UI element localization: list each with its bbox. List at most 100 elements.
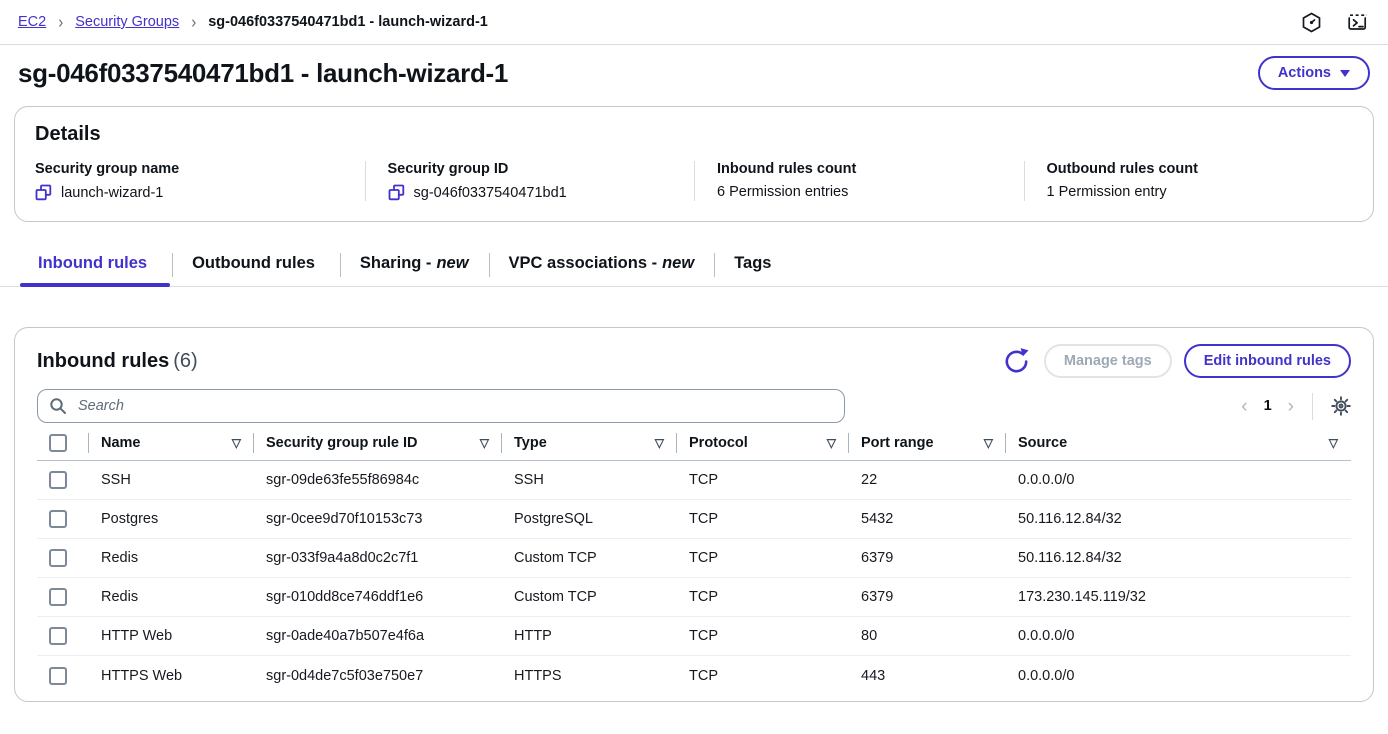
edit-inbound-rules-label: Edit inbound rules <box>1204 353 1331 369</box>
tab-tags[interactable]: Tags <box>714 246 796 286</box>
column-header-type: Type <box>514 435 547 451</box>
next-page-button[interactable]: › <box>1288 397 1294 416</box>
copy-icon[interactable] <box>35 184 52 201</box>
pagination: ‹ 1 › <box>1241 393 1351 420</box>
tab-list: Inbound rules Outbound rules Sharing -ne… <box>0 246 1388 287</box>
timer-hexagon-icon[interactable] <box>1301 12 1322 33</box>
cell-port-range: 5432 <box>849 511 1006 527</box>
breadcrumb-current: sg-046f0337540471bd1 - launch-wizard-1 <box>208 14 488 30</box>
tab-sharing[interactable]: Sharing -new <box>340 246 489 286</box>
tab-vpc-associations[interactable]: VPC associations -new <box>489 246 715 286</box>
field-security-group-name: Security group name launch-wizard-1 <box>35 161 365 201</box>
manage-tags-button[interactable]: Manage tags <box>1044 344 1172 378</box>
cell-type: HTTP <box>502 628 677 644</box>
field-security-group-id: Security group ID sg-046f0337540471bd1 <box>365 161 695 201</box>
top-right-icons <box>1301 12 1370 33</box>
edit-inbound-rules-button[interactable]: Edit inbound rules <box>1184 344 1351 378</box>
filter-icon[interactable]: ▽ <box>1329 436 1338 450</box>
cell-protocol: TCP <box>677 589 849 605</box>
inbound-rules-panel: Inbound rules(6) Manage tags Edit inboun… <box>14 327 1374 702</box>
search-input[interactable] <box>76 397 833 415</box>
details-fields: Security group name launch-wizard-1 Secu… <box>35 161 1353 201</box>
tab-inbound-rules[interactable]: Inbound rules <box>18 246 172 286</box>
cell-source: 0.0.0.0/0 <box>1006 628 1351 644</box>
filter-icon[interactable]: ▽ <box>232 436 241 450</box>
field-value: 6 Permission entries <box>717 184 848 200</box>
breadcrumb-link-security-groups[interactable]: Security Groups <box>75 14 179 30</box>
cell-rule-id: sgr-010dd8ce746ddf1e6 <box>254 589 502 605</box>
manage-tags-label: Manage tags <box>1064 353 1152 369</box>
cell-rule-id: sgr-09de63fe55f86984c <box>254 472 502 488</box>
tab-label: Outbound rules <box>192 254 315 272</box>
rules-count: (6) <box>173 350 197 372</box>
cell-name: Postgres <box>89 511 254 527</box>
cell-name: SSH <box>89 472 254 488</box>
cell-name: Redis <box>89 589 254 605</box>
previous-page-button[interactable]: ‹ <box>1241 397 1247 416</box>
chevron-right-icon: › <box>58 12 63 32</box>
cell-port-range: 22 <box>849 472 1006 488</box>
details-heading: Details <box>35 123 1353 146</box>
row-checkbox[interactable] <box>49 627 67 645</box>
cell-protocol: TCP <box>677 472 849 488</box>
cloudshell-terminal-icon[interactable] <box>1346 12 1370 33</box>
cell-source: 50.116.12.84/32 <box>1006 511 1351 527</box>
filter-icon[interactable]: ▽ <box>655 436 664 450</box>
row-checkbox[interactable] <box>49 510 67 528</box>
breadcrumb: EC2 › Security Groups › sg-046f033754047… <box>18 14 488 31</box>
refresh-icon[interactable] <box>1001 346 1032 377</box>
field-value: launch-wizard-1 <box>61 185 163 201</box>
field-label: Outbound rules count <box>1047 161 1332 177</box>
column-header-name: Name <box>101 435 141 451</box>
cell-protocol: TCP <box>677 511 849 527</box>
field-value: sg-046f0337540471bd1 <box>414 185 567 201</box>
actions-button[interactable]: Actions <box>1258 56 1370 90</box>
row-checkbox[interactable] <box>49 549 67 567</box>
cell-source: 0.0.0.0/0 <box>1006 472 1351 488</box>
cell-source: 173.230.145.119/32 <box>1006 589 1351 605</box>
tab-outbound-rules[interactable]: Outbound rules <box>172 246 340 286</box>
cell-port-range: 6379 <box>849 550 1006 566</box>
breadcrumb-link-ec2[interactable]: EC2 <box>18 14 46 30</box>
panel-title: Inbound rules(6) <box>37 350 198 373</box>
copy-icon[interactable] <box>388 184 405 201</box>
current-page-number[interactable]: 1 <box>1264 398 1272 414</box>
cell-type: Custom TCP <box>502 589 677 605</box>
search-box <box>37 389 845 423</box>
search-icon <box>49 397 67 415</box>
tab-label: Inbound rules <box>38 254 147 272</box>
field-label: Security group ID <box>388 161 673 177</box>
table-row: Redis sgr-010dd8ce746ddf1e6 Custom TCP T… <box>37 578 1351 617</box>
settings-gear-icon[interactable] <box>1331 396 1351 416</box>
cell-rule-id: sgr-0cee9d70f10153c73 <box>254 511 502 527</box>
row-checkbox[interactable] <box>49 471 67 489</box>
breadcrumb-bar: EC2 › Security Groups › sg-046f033754047… <box>0 0 1388 45</box>
filter-icon[interactable]: ▽ <box>984 436 993 450</box>
cell-name: Redis <box>89 550 254 566</box>
cell-port-range: 6379 <box>849 589 1006 605</box>
tab-new-badge: new <box>436 254 468 272</box>
cell-protocol: TCP <box>677 668 849 684</box>
cell-name: HTTP Web <box>89 628 254 644</box>
column-header-protocol: Protocol <box>689 435 748 451</box>
cell-type: SSH <box>502 472 677 488</box>
cell-protocol: TCP <box>677 628 849 644</box>
row-checkbox[interactable] <box>49 667 67 685</box>
page-title: sg-046f0337540471bd1 - launch-wizard-1 <box>18 58 508 89</box>
chevron-down-icon <box>1340 70 1350 77</box>
table-row: Redis sgr-033f9a4a8d0c2c7f1 Custom TCP T… <box>37 539 1351 578</box>
filter-icon[interactable]: ▽ <box>480 436 489 450</box>
tab-new-badge: new <box>662 254 694 272</box>
field-outbound-rules-count: Outbound rules count 1 Permission entry <box>1024 161 1354 201</box>
cell-type: Custom TCP <box>502 550 677 566</box>
cell-type: HTTPS <box>502 668 677 684</box>
field-label: Inbound rules count <box>717 161 1002 177</box>
select-all-checkbox[interactable] <box>49 434 67 452</box>
divider <box>1312 393 1313 420</box>
column-header-port-range: Port range <box>861 435 934 451</box>
field-value: 1 Permission entry <box>1047 184 1167 200</box>
actions-button-label: Actions <box>1278 65 1331 81</box>
filter-icon[interactable]: ▽ <box>827 436 836 450</box>
row-checkbox[interactable] <box>49 588 67 606</box>
chevron-right-icon: › <box>191 12 196 32</box>
